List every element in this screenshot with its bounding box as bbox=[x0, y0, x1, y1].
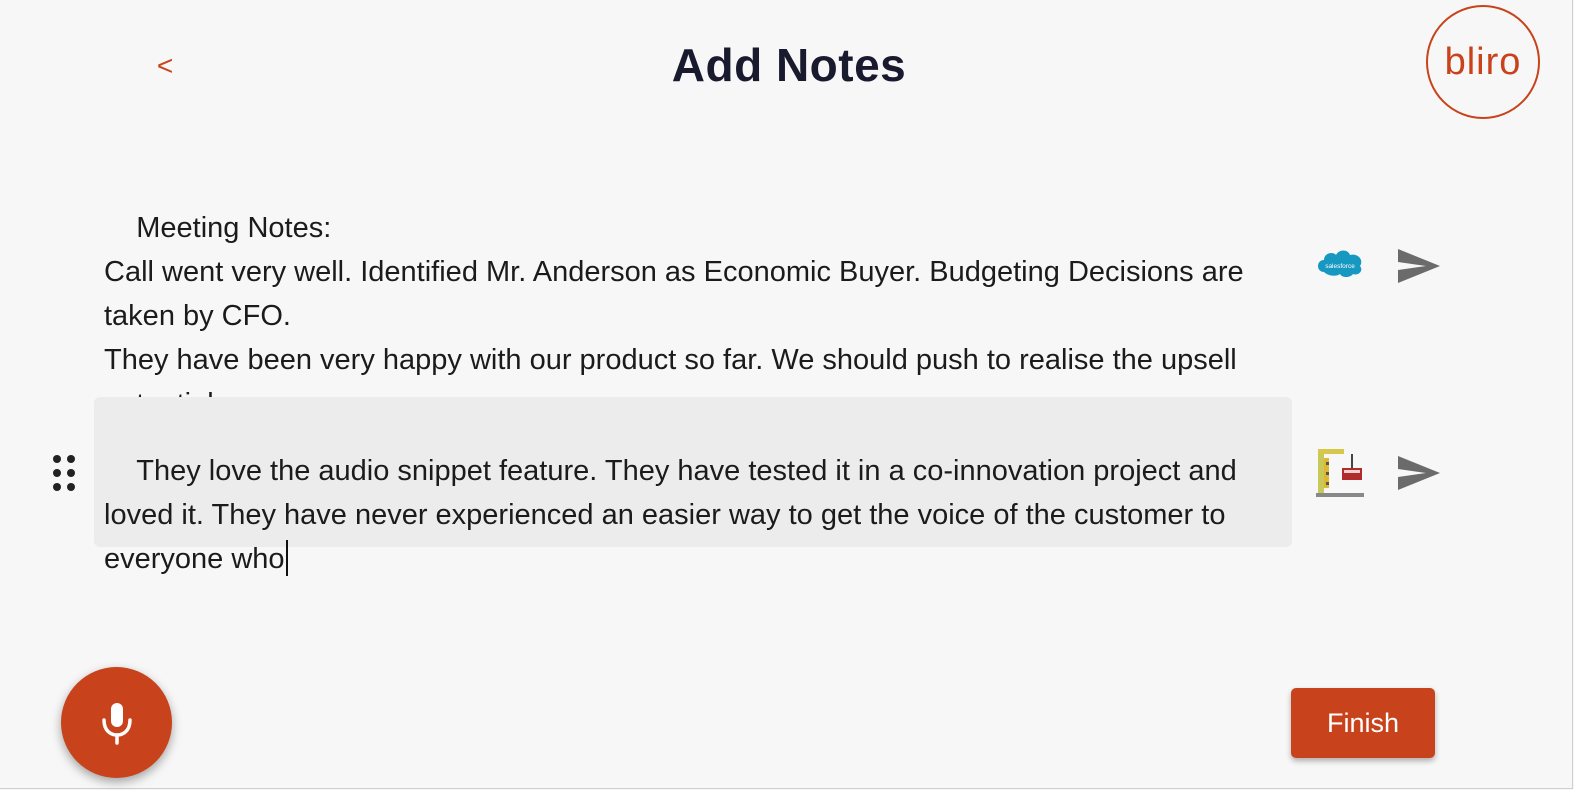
send-button[interactable] bbox=[1396, 453, 1442, 493]
salesforce-label: salesforce bbox=[1325, 263, 1355, 270]
finish-button[interactable]: Finish bbox=[1291, 688, 1435, 758]
note-text[interactable]: They love the audio snippet feature. The… bbox=[104, 455, 1245, 575]
note-block[interactable]: Meeting Notes: Call went very well. Iden… bbox=[94, 154, 1292, 420]
drag-handle[interactable] bbox=[50, 453, 78, 493]
page-title: Add Notes bbox=[671, 39, 907, 91]
note-text[interactable]: Meeting Notes: Call went very well. Iden… bbox=[104, 212, 1252, 420]
salesforce-icon[interactable]: salesforce bbox=[1314, 238, 1366, 290]
send-button[interactable] bbox=[1396, 246, 1442, 286]
note-block-active[interactable]: They love the audio snippet feature. The… bbox=[94, 397, 1292, 576]
bliro-logo: bliro bbox=[1426, 5, 1540, 119]
product-board-icon[interactable] bbox=[1314, 446, 1366, 498]
app-window: < Add Notes bliro Meeting Notes: Call we… bbox=[0, 0, 1573, 789]
microphone-button[interactable] bbox=[61, 667, 172, 778]
send-icon bbox=[1398, 249, 1440, 283]
text-caret bbox=[285, 540, 288, 576]
send-icon bbox=[1398, 456, 1440, 490]
logo-text: bliro bbox=[1444, 40, 1522, 83]
microphone-icon bbox=[101, 702, 132, 745]
